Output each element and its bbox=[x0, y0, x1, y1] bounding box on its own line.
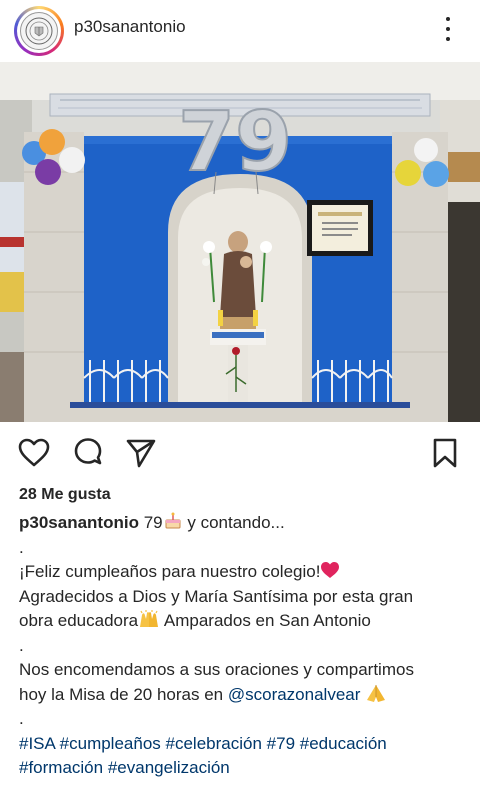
balloon-number: 79 bbox=[178, 95, 292, 190]
hashtag-link[interactable]: #cumpleaños bbox=[60, 734, 161, 753]
caption-text: 79 bbox=[143, 513, 163, 532]
caption-dot: . bbox=[19, 537, 24, 557]
caption-line: p30sanantonio 79 y contando... bbox=[19, 511, 469, 536]
caption-line: Nos encomendamos a sus oraciones y compa… bbox=[19, 660, 414, 679]
school-crest-icon bbox=[20, 12, 58, 50]
likes-count[interactable]: 28 Me gusta bbox=[19, 486, 111, 504]
balloon-79: 79 bbox=[177, 94, 293, 195]
caption-author[interactable]: p30sanantonio bbox=[19, 513, 139, 532]
cake-emoji bbox=[163, 511, 183, 539]
post-actions bbox=[0, 422, 480, 484]
more-vertical-icon[interactable] bbox=[440, 14, 456, 44]
caption-dot: . bbox=[19, 635, 24, 655]
hashtag-link[interactable]: #formación bbox=[19, 758, 103, 777]
photo-scene: 79 bbox=[0, 62, 480, 422]
red-heart-emoji bbox=[320, 561, 340, 588]
post-photo[interactable]: 79 bbox=[0, 62, 480, 422]
hashtag-link[interactable]: #educación bbox=[300, 734, 387, 753]
send-icon[interactable] bbox=[124, 436, 158, 470]
heart-icon[interactable] bbox=[17, 436, 51, 470]
avatar[interactable] bbox=[14, 6, 64, 56]
mention-link[interactable]: @scorazonalvear bbox=[228, 685, 361, 704]
hashtag-link[interactable]: #79 bbox=[267, 734, 295, 753]
folded-hands-emoji bbox=[365, 683, 387, 711]
caption-text: hoy la Misa de 20 horas en bbox=[19, 684, 228, 704]
post-caption: p30sanantonio 79 y contando... . ¡Feliz … bbox=[19, 511, 469, 781]
username[interactable]: p30sanantonio bbox=[74, 17, 186, 37]
hashtag-line: #ISA #cumpleaños #celebración #79 #educa… bbox=[19, 732, 469, 757]
caption-line: obra educadora Amparados en San Antonio bbox=[19, 609, 469, 634]
hashtag-link[interactable]: #celebración bbox=[166, 734, 262, 753]
bookmark-icon[interactable] bbox=[428, 436, 462, 470]
caption-dot: . bbox=[19, 709, 24, 728]
caption-line: hoy la Misa de 20 horas en @scorazonalve… bbox=[19, 683, 469, 708]
comment-icon[interactable] bbox=[71, 436, 105, 470]
caption-text: Amparados en San Antonio bbox=[160, 611, 371, 630]
caption-line: ¡Feliz cumpleaños para nuestro colegio! bbox=[19, 560, 469, 585]
raising-hands-emoji bbox=[138, 609, 160, 637]
hashtag-link[interactable]: #evangelización bbox=[108, 758, 230, 777]
caption-line: Agradecidos a Dios y María Santísima por… bbox=[19, 586, 414, 606]
hashtag-link[interactable]: #ISA bbox=[19, 734, 55, 753]
caption-text: ¡Feliz cumpleaños para nuestro colegio! bbox=[19, 562, 321, 581]
hashtag-line: #formación #evangelización bbox=[19, 756, 469, 781]
caption-text: y contando... bbox=[182, 513, 285, 532]
caption-text: obra educadora bbox=[19, 611, 139, 630]
post-header: p30sanantonio bbox=[0, 0, 480, 60]
